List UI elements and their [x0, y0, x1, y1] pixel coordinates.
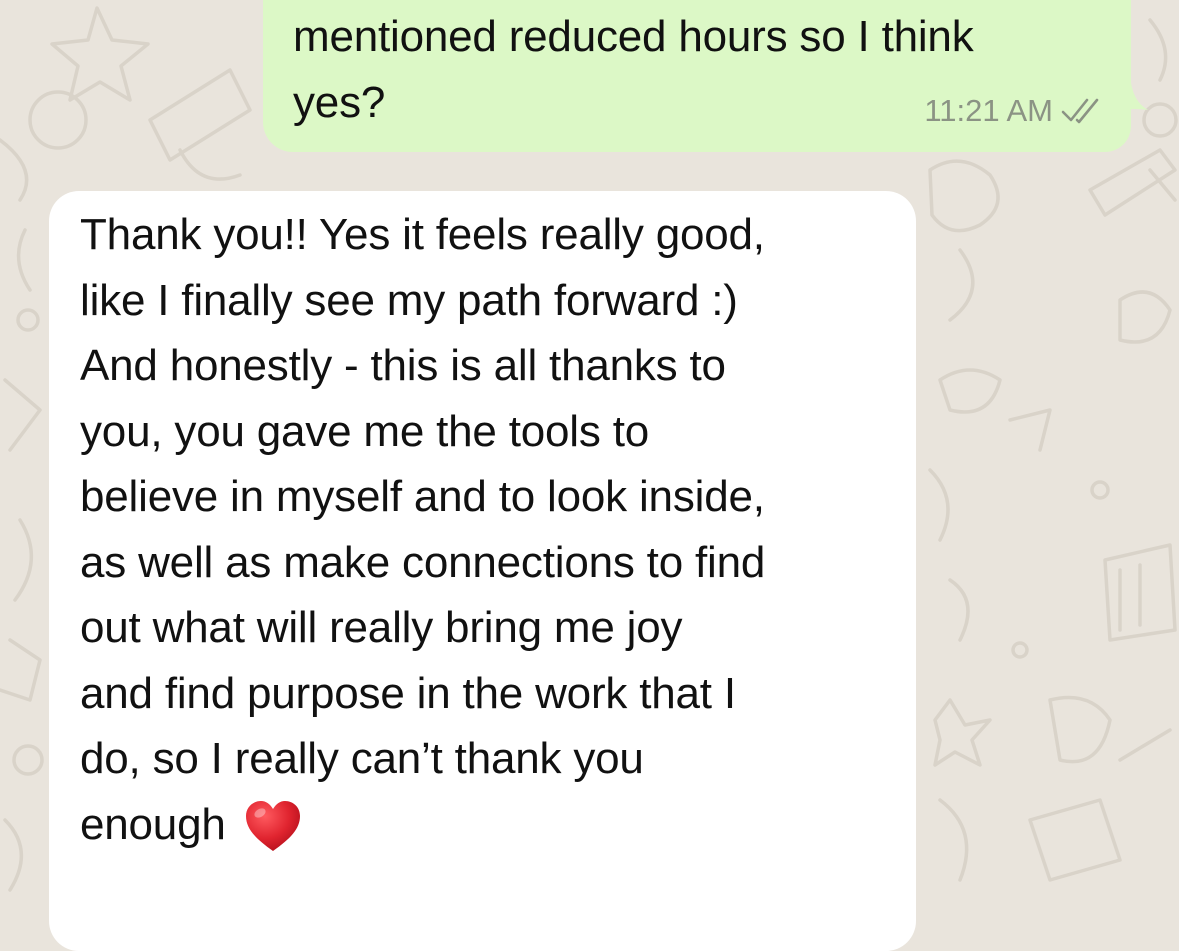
- outgoing-message-line: mentioned reduced hours so I think: [293, 12, 974, 61]
- incoming-message-line: Thank you!! Yes it feels really good,: [80, 210, 765, 259]
- message-meta: 11:21 AM: [924, 94, 1105, 128]
- message-timestamp: 11:21 AM: [924, 93, 1053, 128]
- incoming-message-line: believe in myself and to look inside,: [80, 472, 765, 521]
- incoming-message-line: out what will really bring me joy: [80, 603, 683, 652]
- incoming-message-line: as well as make connections to find: [80, 537, 766, 587]
- double-check-icon: [1061, 98, 1099, 124]
- incoming-message-bubble[interactable]: Thank you!! Yes it feels really good, li…: [49, 191, 916, 951]
- incoming-message-line: and find purpose in the work that I: [80, 668, 736, 718]
- incoming-message-line: And honestly - this is all thanks to: [80, 341, 726, 390]
- incoming-message-line: like I finally see my path forward :): [80, 275, 738, 325]
- incoming-message-line: do, so I really can’t thank you: [80, 734, 644, 783]
- incoming-message-line: you, you gave me the tools to: [80, 406, 649, 456]
- bubble-tail-icon: [1122, 0, 1148, 150]
- incoming-message-line: enough: [80, 799, 226, 849]
- incoming-message-last-line: enough: [80, 792, 886, 858]
- outgoing-message-bubble[interactable]: mentioned reduced hours so I think yes? …: [263, 0, 1148, 152]
- red-heart-icon: [245, 800, 300, 851]
